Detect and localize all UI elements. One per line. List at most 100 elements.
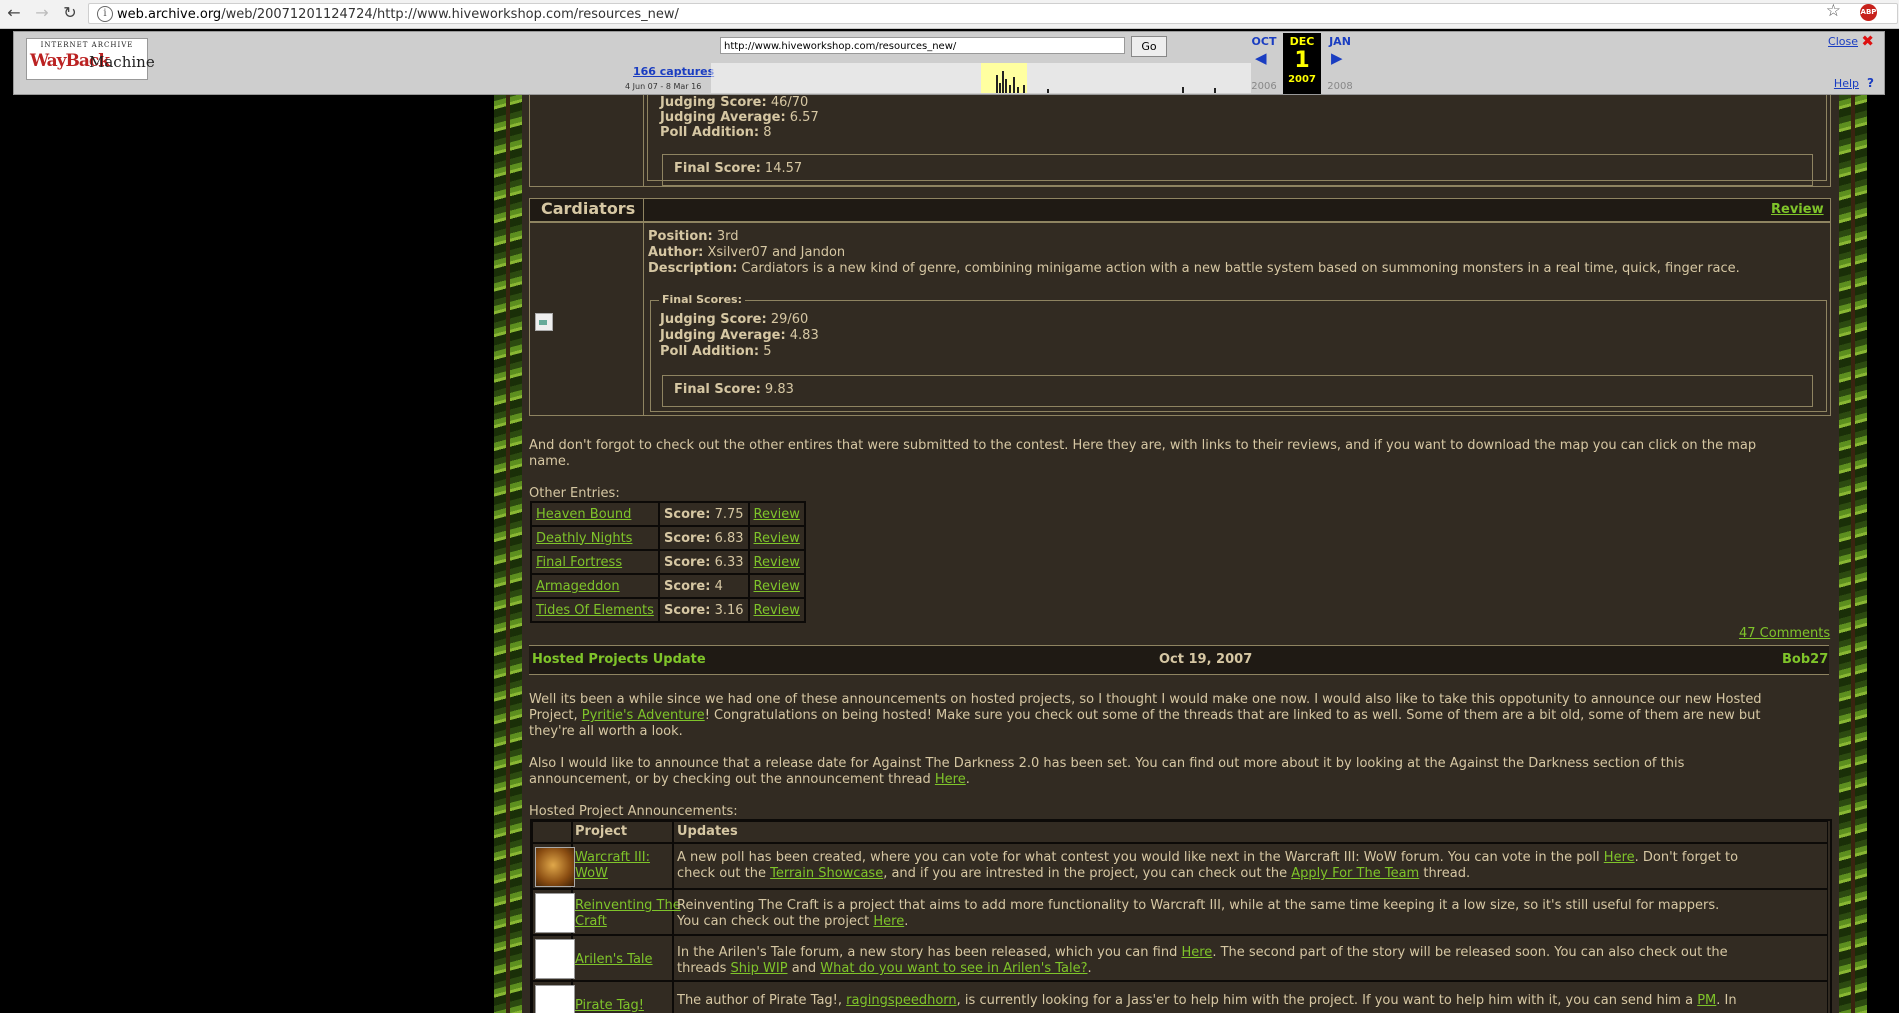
captures-link[interactable]: 166 captures	[633, 65, 714, 78]
news-paragraph-1-line-1: Well its been a while since we had one o…	[529, 692, 1762, 707]
wayback-help-link[interactable]: Help	[1834, 77, 1859, 90]
what-do-you-want-link[interactable]: What do you want to see in Arilen's Tale…	[820, 961, 1087, 976]
project-link[interactable]: WoW	[575, 866, 608, 881]
other-entries-table: Heaven Bound Score: 7.75 Review Deathly …	[530, 501, 806, 623]
final-score-label: Final Score:	[674, 382, 761, 397]
prev-final-score-box	[662, 154, 1813, 186]
author-label: Author:	[648, 245, 704, 260]
project-link[interactable]: Warcraft III:	[575, 850, 650, 865]
news-paragraph-1-line-2: Project, Pyritie's Adventure! Congratula…	[529, 708, 1761, 723]
final-score-box	[662, 375, 1813, 407]
entry-map-link[interactable]: Tides Of Elements	[536, 603, 654, 618]
next-month-label[interactable]: JAN	[1321, 35, 1359, 48]
comments-link[interactable]: 47 Comments	[1739, 626, 1830, 641]
table-row: Tides Of Elements Score: 3.16 Review	[530, 597, 806, 623]
url-path: /web/20071201124724/http://www.hiveworks…	[221, 7, 679, 22]
project-link[interactable]: Reinventing The	[575, 898, 681, 913]
entry-header-bar	[529, 198, 1831, 222]
update-text: Reinventing The Craft is a project that …	[677, 898, 1720, 913]
wayback-url-input[interactable]: http://www.hiveworkshop.com/resources_ne…	[720, 37, 1125, 54]
poll-link[interactable]: Here	[1604, 850, 1635, 865]
poll-addition-label: Poll Addition:	[660, 344, 760, 359]
text-span: ! Congratulations on being hosted! Make …	[704, 708, 1761, 723]
forward-icon[interactable]: →	[32, 3, 52, 23]
project-avatar	[535, 893, 575, 933]
text-span: announcement, or by checking out the ann…	[529, 772, 931, 787]
final-score-label: Final Score:	[674, 161, 761, 176]
table-header-cell	[673, 821, 1828, 843]
next-capture-icon[interactable]: ▶	[1331, 49, 1343, 67]
news-date: Oct 19, 2007	[1159, 652, 1253, 667]
position-label: Position:	[648, 229, 713, 244]
final-score-value: 14.57	[764, 161, 803, 176]
wayback-close-link[interactable]: Close	[1828, 35, 1858, 48]
broken-image-icon	[535, 313, 553, 331]
text-span: . Don't forget to	[1634, 850, 1739, 865]
current-month: DEC	[1289, 35, 1315, 48]
adblock-icon[interactable]: ABP	[1860, 4, 1877, 21]
prev-capture-icon[interactable]: ◀	[1255, 49, 1267, 67]
pm-link[interactable]: PM	[1697, 993, 1716, 1008]
entry-map-link[interactable]: Heaven Bound	[536, 507, 631, 522]
vine-border-right	[1839, 95, 1867, 1013]
project-link[interactable]: Craft	[575, 914, 607, 929]
entry-map-link[interactable]: Deathly Nights	[536, 531, 632, 546]
score-label: Score:	[664, 554, 711, 570]
score-label: Score:	[664, 602, 711, 618]
project-link[interactable]: Arilen's Tale	[575, 952, 653, 967]
project-avatar	[535, 939, 575, 979]
address-bar[interactable]: i web.archive.org/web/20071201124724/htt…	[88, 3, 1898, 24]
ship-wip-link[interactable]: Ship WIP	[731, 961, 788, 976]
entry-map-link[interactable]: Final Fortress	[536, 555, 622, 570]
entry-review-link[interactable]: Review	[754, 603, 800, 618]
browser-toolbar: ← → ↻ i web.archive.org/web/200712011247…	[0, 0, 1899, 29]
info-icon[interactable]: i	[97, 6, 113, 22]
score-value: 6.33	[714, 554, 744, 570]
project-page-link[interactable]: Here	[873, 914, 904, 929]
table-row: Final Fortress Score: 6.33 Review	[530, 549, 806, 575]
entry-map-link[interactable]: Armageddon	[536, 579, 620, 594]
table-header-cell	[532, 821, 572, 843]
pyrities-adventure-link[interactable]: Pyritie's Adventure	[582, 708, 705, 723]
hosted-announcements-heading: Hosted Project Announcements:	[529, 804, 738, 819]
entry-review-link[interactable]: Review	[1771, 202, 1824, 217]
entry-review-link[interactable]: Review	[754, 531, 800, 546]
current-capture: DEC 1 2007	[1283, 33, 1321, 94]
text-span: In the Arilen's Tale forum, a new story …	[677, 945, 1178, 960]
captures-sparkline[interactable]	[711, 63, 1251, 93]
current-year: 2007	[1288, 74, 1316, 85]
reload-icon[interactable]: ↻	[60, 3, 80, 23]
announcement-thread-link[interactable]: Here	[935, 772, 966, 787]
author-profile-link[interactable]: ragingspeedhorn	[846, 993, 957, 1008]
entry-review-link[interactable]: Review	[754, 507, 800, 522]
score-label: Score:	[664, 530, 711, 546]
entry-title: Cardiators	[541, 199, 636, 218]
final-scores-legend: Final Scores:	[659, 293, 745, 306]
judging-score-value: 46/70	[770, 95, 809, 110]
back-icon[interactable]: ←	[4, 3, 24, 23]
news-author: Bob27	[1782, 652, 1829, 667]
text-span: The author of Pirate Tag!,	[677, 993, 843, 1008]
score-value: 4	[714, 578, 723, 594]
text-span: , and if you are intrested in the projec…	[883, 866, 1288, 881]
prev-entry-image-cell	[529, 95, 644, 187]
help-icon[interactable]: ?	[1867, 76, 1874, 90]
other-entries-heading: Other Entries:	[529, 486, 620, 501]
story-link[interactable]: Here	[1181, 945, 1212, 960]
wayback-go-button[interactable]: Go	[1131, 36, 1167, 57]
apply-for-team-link[interactable]: Apply For The Team	[1291, 866, 1419, 881]
judging-score-label: Judging Score:	[660, 312, 767, 327]
judging-score-label: Judging Score:	[660, 95, 767, 110]
wayback-logo[interactable]: INTERNET ARCHIVE WayBack Machine	[26, 38, 155, 80]
close-icon[interactable]: ✖	[1861, 32, 1874, 50]
bookmark-star-icon[interactable]: ☆	[1826, 1, 1841, 21]
project-link[interactable]: Pirate Tag!	[575, 998, 644, 1013]
judging-average-value: 4.83	[789, 328, 819, 343]
prev-month-label[interactable]: OCT	[1245, 35, 1283, 48]
terrain-showcase-link[interactable]: Terrain Showcase	[770, 866, 883, 881]
table-row: Deathly Nights Score: 6.83 Review	[530, 525, 806, 551]
logo-top-text: INTERNET ARCHIVE	[40, 41, 134, 49]
entry-review-link[interactable]: Review	[754, 579, 800, 594]
entry-review-link[interactable]: Review	[754, 555, 800, 570]
next-year-label: 2008	[1327, 81, 1353, 92]
